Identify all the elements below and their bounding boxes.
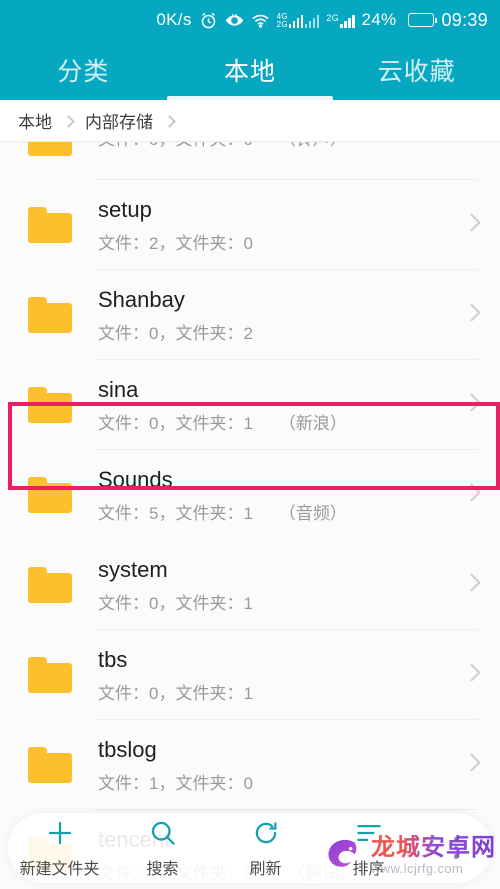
list-item-name: system: [98, 557, 168, 583]
list-item-alias: （新浪）: [278, 413, 347, 433]
chevron-right-icon: [62, 111, 75, 131]
list-item-alias: （铃声）: [279, 142, 347, 150]
plus-icon: [45, 818, 75, 848]
breadcrumb: 本地 内部存储: [0, 100, 500, 142]
list-item-sounds[interactable]: Sounds 文件：5，文件夹：1 （音频）: [0, 450, 500, 540]
search-label: 搜索: [146, 860, 179, 878]
folder-icon: [28, 142, 72, 156]
sim1-net-bottom: 2G: [276, 20, 288, 29]
list-item-name: Sounds: [98, 467, 173, 493]
file-list[interactable]: 文件：0，文件夹：0 （铃声） setup 文件：2，文件夹：0: [0, 142, 500, 889]
folder-icon: [28, 747, 72, 783]
list-item[interactable]: tbslog 文件：1，文件夹：0: [0, 720, 500, 810]
folder-icon: [28, 477, 72, 513]
sort-icon: [354, 818, 384, 848]
tab-categories-label: 分类: [57, 58, 110, 86]
list-item[interactable]: tbs 文件：0，文件夹：1: [0, 630, 500, 720]
list-item-meta: 文件：0，文件夹：1: [98, 683, 253, 703]
folder-icon: [28, 207, 72, 243]
folder-icon: [28, 297, 72, 333]
list-item-meta: 文件：5，文件夹：1: [98, 503, 253, 523]
tab-cloud-favorites-label: 云收藏: [377, 58, 456, 86]
list-item[interactable]: system 文件：0，文件夹：1: [0, 540, 500, 630]
tab-categories[interactable]: 分类: [0, 40, 167, 100]
tab-cloud-favorites[interactable]: 云收藏: [333, 40, 500, 100]
list-item-name: setup: [98, 197, 152, 223]
list-item[interactable]: Shanbay 文件：0，文件夹：2: [0, 270, 500, 360]
battery-icon: [403, 13, 438, 27]
new-folder-button[interactable]: 新建文件夹: [8, 818, 111, 879]
list-item-alias: （音频）: [278, 503, 347, 523]
list-item-name: Shanbay: [98, 287, 185, 313]
chevron-right-icon: [462, 393, 481, 414]
chevron-right-icon: [462, 213, 481, 234]
sort-label: 排序: [352, 860, 385, 878]
list-item-name: tbs: [98, 647, 128, 673]
status-bar: 0K/s 4G 2G 2G 24% 09:39: [0, 0, 500, 40]
list-item[interactable]: 文件：0，文件夹：0 （铃声）: [0, 142, 500, 180]
file-manager-screen: 0K/s 4G 2G 2G 24% 09:39 分类 本地 云收藏 本地 内部存…: [0, 0, 500, 889]
breadcrumb-item-local[interactable]: 本地: [18, 108, 52, 133]
list-item[interactable]: setup 文件：2，文件夹：0: [0, 180, 500, 270]
chevron-right-icon: [462, 573, 481, 594]
list-item-meta: 文件：0，文件夹：1: [98, 593, 253, 613]
alarm-icon: [199, 11, 218, 30]
top-tab-bar: 分类 本地 云收藏: [0, 40, 500, 100]
sim1-signal-icon: 4G 2G: [276, 13, 320, 29]
list-item[interactable]: sina 文件：0，文件夹：1 （新浪）: [0, 360, 500, 450]
eye-icon: [225, 11, 244, 30]
search-icon: [148, 818, 178, 848]
refresh-label: 刷新: [249, 860, 282, 878]
network-speed-label: 0K/s: [156, 10, 192, 29]
list-item-meta: 文件：0，文件夹：2: [98, 323, 253, 343]
chevron-right-icon: [462, 663, 481, 684]
list-item-name: tbslog: [98, 737, 157, 763]
list-item-meta: 文件：2，文件夹：0: [98, 233, 253, 253]
more-vertical-icon[interactable]: [420, 813, 492, 883]
clock-label: 09:39: [441, 9, 488, 30]
list-item-meta: 文件：0，文件夹：1: [98, 413, 253, 433]
sim2-signal-icon: 2G: [326, 12, 355, 28]
refresh-icon: [251, 818, 281, 848]
sim2-net-label: 2G: [326, 12, 340, 23]
wifi-icon: [251, 11, 270, 30]
sort-button[interactable]: 排序: [317, 818, 420, 879]
refresh-button[interactable]: 刷新: [214, 818, 317, 879]
bottom-action-bar: 新建文件夹 搜索 刷新 排序: [8, 813, 492, 883]
folder-icon: [28, 567, 72, 603]
breadcrumb-item-internal-storage[interactable]: 内部存储: [85, 108, 153, 133]
chevron-right-icon: [462, 483, 481, 504]
chevron-right-icon: [462, 303, 481, 324]
battery-percent-label: 24%: [361, 10, 397, 29]
chevron-right-icon: [163, 111, 176, 131]
tab-local[interactable]: 本地: [167, 40, 334, 100]
list-item-meta: 文件：1，文件夹：0: [98, 773, 253, 793]
new-folder-label: 新建文件夹: [19, 860, 100, 878]
folder-icon: [28, 387, 72, 423]
list-item-name: sina: [98, 377, 139, 403]
search-button[interactable]: 搜索: [111, 818, 214, 879]
folder-icon: [28, 657, 72, 693]
tab-local-label: 本地: [224, 58, 277, 86]
list-item-meta: 文件：0，文件夹：0: [98, 142, 253, 150]
chevron-right-icon: [462, 753, 481, 774]
